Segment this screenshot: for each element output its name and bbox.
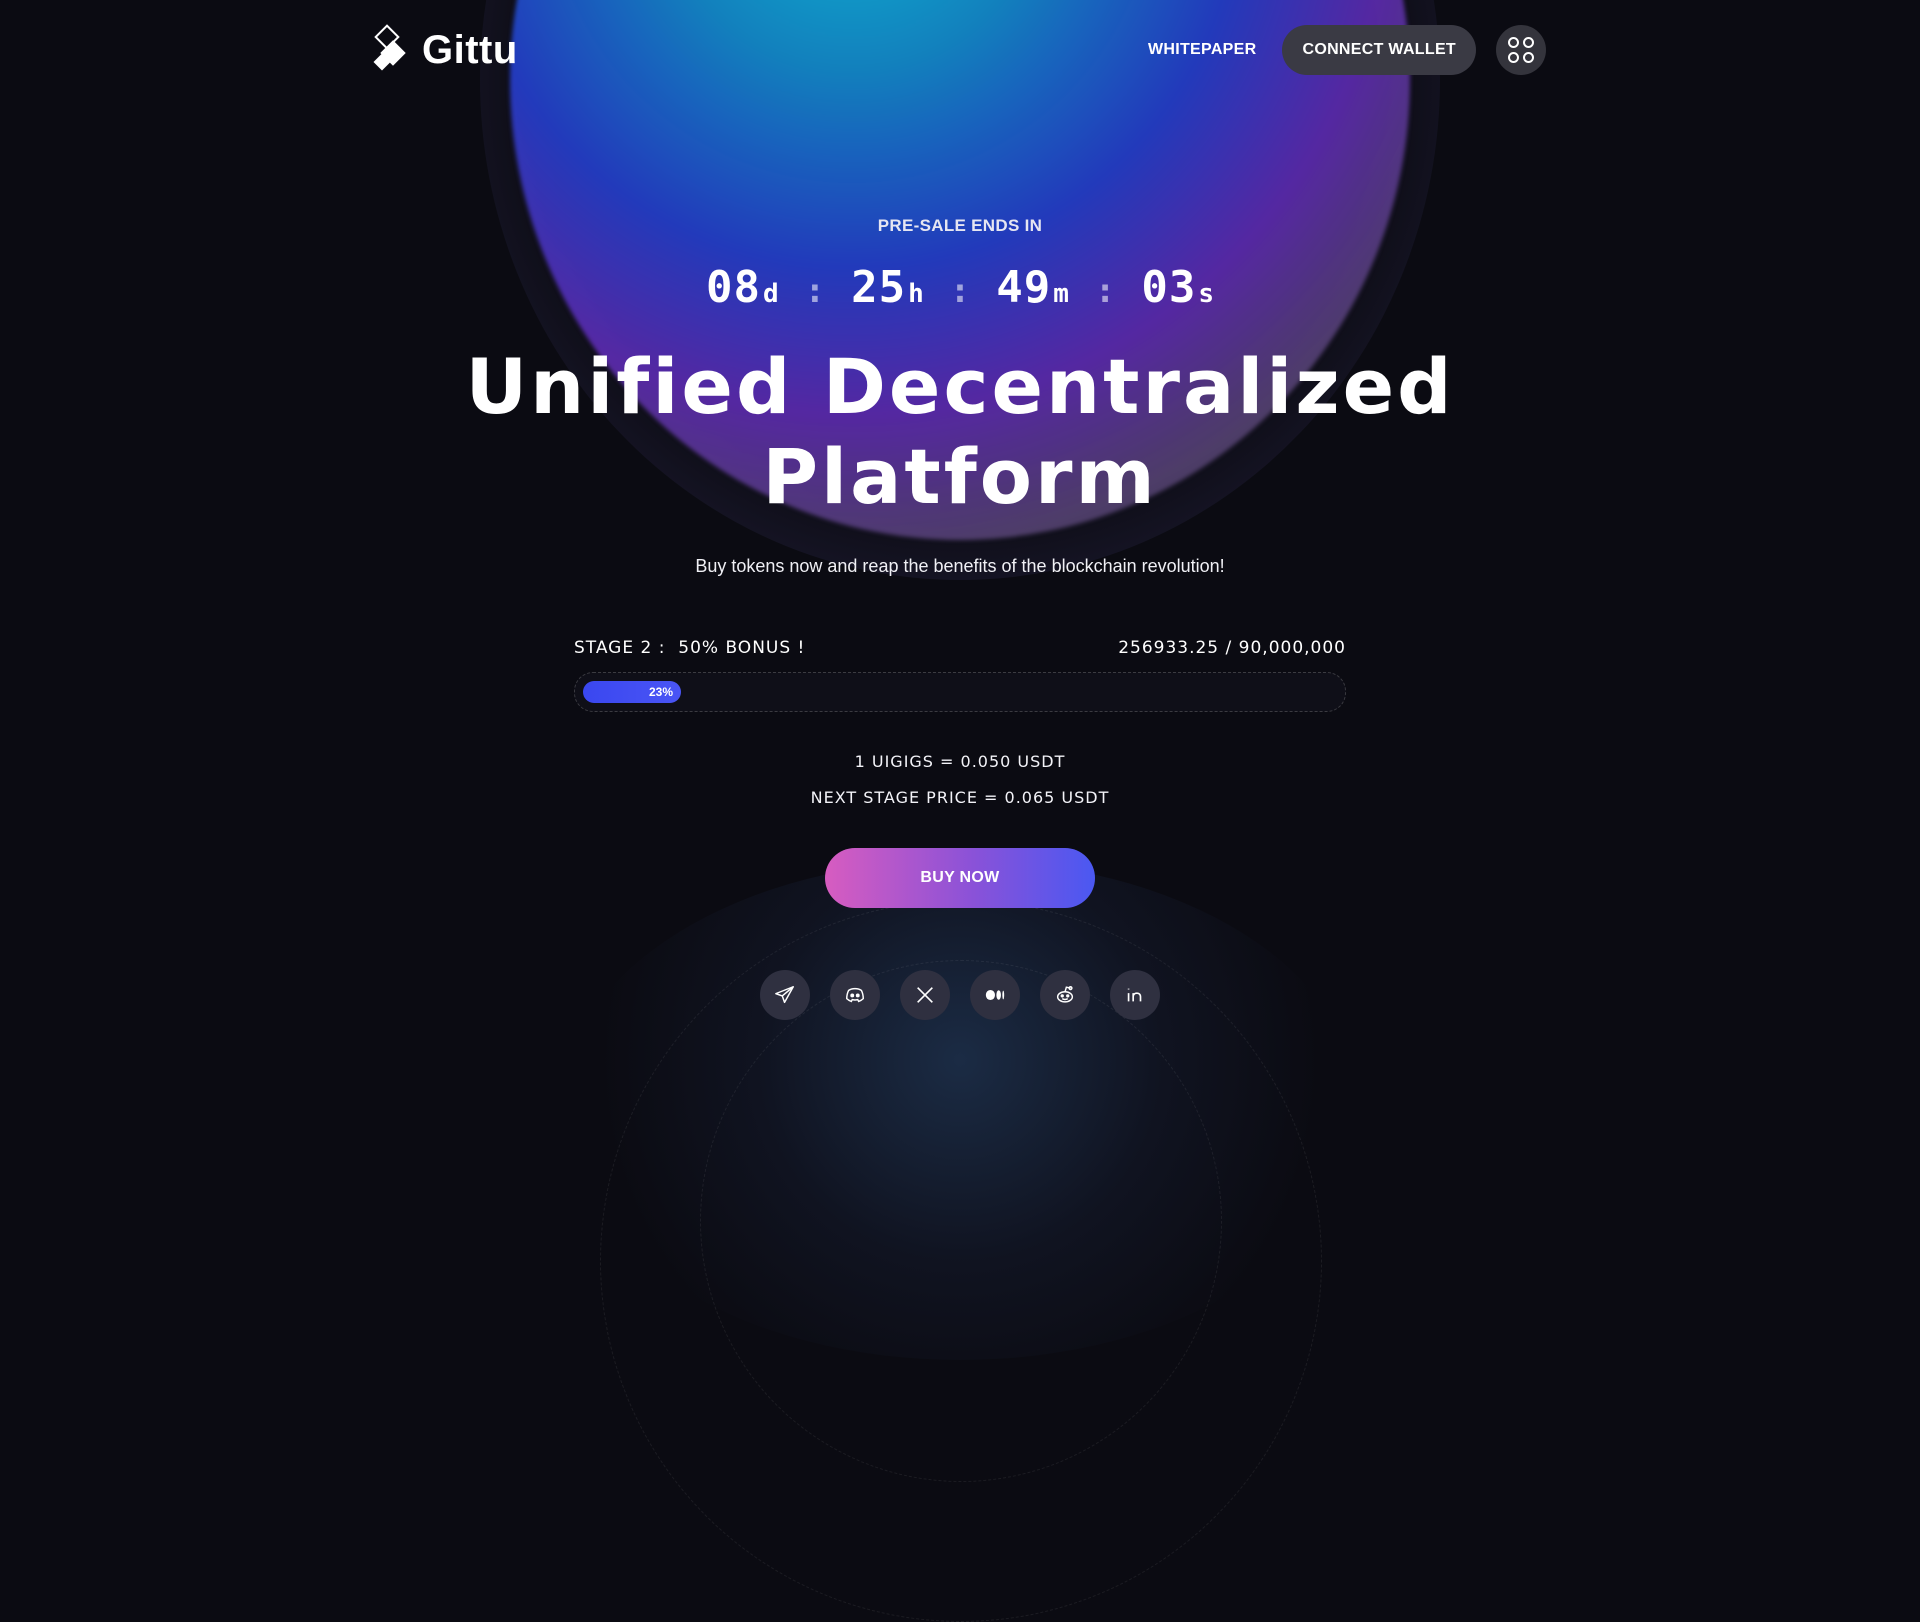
- logo-icon: [372, 24, 410, 76]
- raised-amount: 256933.25 / 90,000,000: [1118, 638, 1346, 658]
- countdown-hours-unit: h: [908, 279, 924, 309]
- linkedin-link[interactable]: [1110, 970, 1160, 1020]
- hero-title: Unified Decentralized Platform: [0, 342, 1920, 522]
- medium-link[interactable]: [970, 970, 1020, 1020]
- hero-subtitle: Buy tokens now and reap the benefits of …: [695, 556, 1225, 576]
- progress-percent: 23%: [648, 685, 673, 699]
- logo-text: Gittu: [422, 27, 518, 72]
- hero-title-line1: Unified Decentralized: [465, 342, 1455, 431]
- stage-info: STAGE 2 : 50% BONUS ! 256933.25 / 90,000…: [574, 638, 1346, 658]
- countdown-separator: :: [1094, 271, 1116, 311]
- countdown-timer: 08 d : 25 h : 49 m : 03 s: [0, 262, 1920, 313]
- connect-wallet-button[interactable]: CONNECT WALLET: [1282, 25, 1476, 75]
- social-links: [0, 970, 1920, 1020]
- countdown-minutes: 49: [996, 262, 1052, 313]
- discord-icon: [846, 987, 864, 1003]
- discord-link[interactable]: [830, 970, 880, 1020]
- top-navbar: Gittu WHITEPAPER CONNECT WALLET: [372, 24, 1546, 76]
- grid-icon: [1508, 37, 1519, 48]
- presale-label: PRE-SALE ENDS IN: [877, 216, 1043, 235]
- countdown-days-unit: d: [762, 279, 779, 309]
- reddit-link[interactable]: [1040, 970, 1090, 1020]
- telegram-link[interactable]: [760, 970, 810, 1020]
- logo[interactable]: Gittu: [372, 24, 518, 76]
- linkedin-icon: [1127, 988, 1142, 1002]
- countdown-seconds-unit: s: [1198, 279, 1214, 309]
- countdown-separator: :: [804, 271, 826, 311]
- countdown-days: 08: [705, 262, 761, 313]
- countdown-seconds: 03: [1141, 262, 1197, 313]
- hero-title-line2: Platform: [762, 432, 1158, 521]
- current-price: 1 UIGIGS = 0.050 USDT: [854, 752, 1066, 771]
- menu-grid-button[interactable]: [1496, 25, 1546, 75]
- medium-icon: [985, 989, 1005, 1001]
- x-link[interactable]: [900, 970, 950, 1020]
- progress-track: 23%: [574, 672, 1346, 712]
- countdown-minutes-unit: m: [1053, 279, 1069, 309]
- telegram-icon: [775, 986, 794, 1004]
- countdown-separator: :: [949, 271, 971, 311]
- decorative-ring: [700, 960, 1222, 1482]
- whitepaper-link[interactable]: WHITEPAPER: [1148, 41, 1256, 59]
- stage-progress: STAGE 2 : 50% BONUS ! 256933.25 / 90,000…: [574, 638, 1346, 712]
- nav-actions: WHITEPAPER CONNECT WALLET: [1148, 24, 1546, 76]
- reddit-icon: [1056, 986, 1074, 1003]
- stage-label: STAGE 2 : 50% BONUS !: [574, 638, 806, 658]
- next-stage-price: NEXT STAGE PRICE = 0.065 USDT: [810, 788, 1110, 807]
- countdown-hours: 25: [851, 262, 907, 313]
- x-icon: [917, 987, 933, 1003]
- buy-now-button[interactable]: BUY NOW: [825, 848, 1095, 908]
- progress-fill: 23%: [583, 681, 681, 703]
